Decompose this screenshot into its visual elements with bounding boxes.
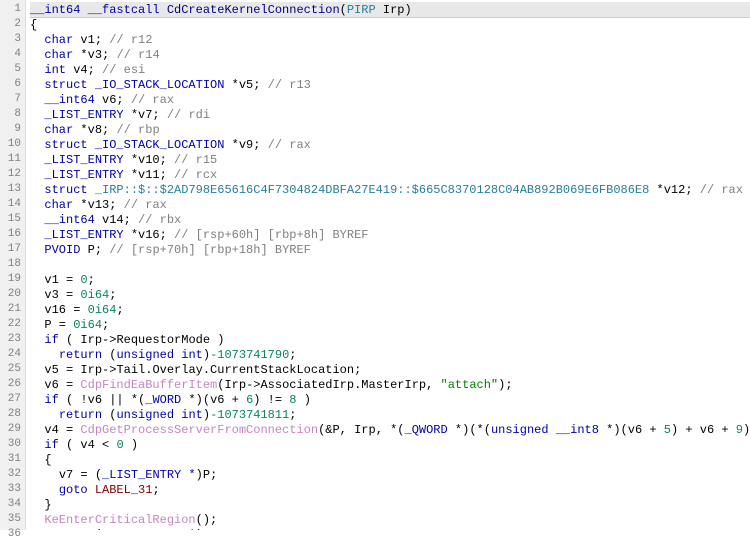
- code-line[interactable]: [30, 258, 750, 273]
- code-line[interactable]: struct _IRP::$::$2AD798E65616C4F7304824D…: [30, 183, 750, 198]
- code-line[interactable]: char *v3; // r14: [30, 48, 750, 63]
- code-line[interactable]: struct _IO_STACK_LOCATION *v5; // r13: [30, 78, 750, 93]
- code-line[interactable]: v1 = 0;: [30, 273, 750, 288]
- code-line[interactable]: v3 = 0i64;: [30, 288, 750, 303]
- code-line[interactable]: {: [30, 18, 750, 33]
- code-line[interactable]: v7 = (_LIST_ENTRY *)P;: [30, 468, 750, 483]
- code-line[interactable]: KeEnterCriticalRegion();: [30, 513, 750, 528]
- code-line[interactable]: int v4; // esi: [30, 63, 750, 78]
- code-line[interactable]: PVOID P; // [rsp+70h] [rbp+18h] BYREF: [30, 243, 750, 258]
- code-line[interactable]: }: [30, 498, 750, 513]
- code-line[interactable]: __int64 __fastcall CdCreateKernelConnect…: [30, 2, 750, 18]
- code-line[interactable]: struct _IO_STACK_LOCATION *v9; // rax: [30, 138, 750, 153]
- code-editor-view[interactable]: __int64 __fastcall CdCreateKernelConnect…: [26, 0, 750, 530]
- code-line[interactable]: v6 = CdpFindEaBufferItem(Irp->Associated…: [30, 378, 750, 393]
- code-line[interactable]: if ( Irp->RequestorMode ): [30, 333, 750, 348]
- code-line[interactable]: return (unsigned int)-1073741790;: [30, 348, 750, 363]
- code-line[interactable]: __int64 v6; // rax: [30, 93, 750, 108]
- code-line[interactable]: _LIST_ENTRY *v7; // rdi: [30, 108, 750, 123]
- code-line[interactable]: char v1; // r12: [30, 33, 750, 48]
- code-line[interactable]: char *v8; // rbp: [30, 123, 750, 138]
- code-line[interactable]: v16 = 0i64;: [30, 303, 750, 318]
- code-line[interactable]: char *v13; // rax: [30, 198, 750, 213]
- code-line[interactable]: if ( v4 < 0 ): [30, 438, 750, 453]
- code-line[interactable]: if ( !v6 || *(_WORD *)(v6 + 6) != 8 ): [30, 393, 750, 408]
- code-line[interactable]: return (unsigned int)-1073741811;: [30, 408, 750, 423]
- code-line[interactable]: _LIST_ENTRY *v10; // r15: [30, 153, 750, 168]
- code-line[interactable]: v5 = Irp->Tail.Overlay.CurrentStackLocat…: [30, 363, 750, 378]
- code-line[interactable]: goto LABEL_31;: [30, 483, 750, 498]
- code-line[interactable]: {: [30, 453, 750, 468]
- code-line[interactable]: __int64 v14; // rbx: [30, 213, 750, 228]
- code-line[interactable]: _LIST_ENTRY *v11; // rcx: [30, 168, 750, 183]
- line-number-gutter: 1234567891011121314151617181920212223242…: [0, 0, 26, 530]
- code-line[interactable]: v4 = CdpGetProcessServerFromConnection(&…: [30, 423, 750, 438]
- code-line[interactable]: P = 0i64;: [30, 318, 750, 333]
- code-line[interactable]: _LIST_ENTRY *v16; // [rsp+60h] [rbp+8h] …: [30, 228, 750, 243]
